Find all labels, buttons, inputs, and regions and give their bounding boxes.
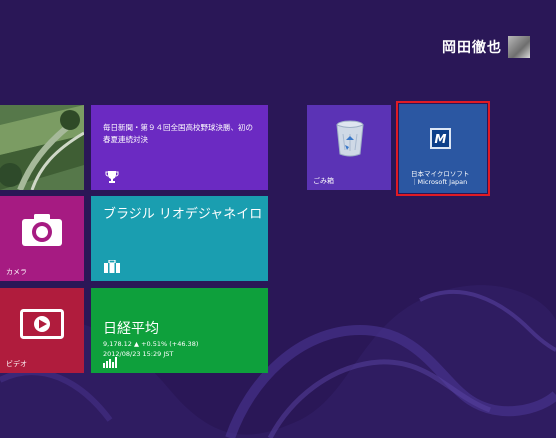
finance-title: 日経平均 [103,321,159,337]
photos-tile[interactable] [0,105,84,190]
suitcase-icon [104,260,120,273]
finance-tile[interactable]: 日経平均 9,178.12 ▲ +0.51% (+46.38) 2012/08/… [91,288,268,373]
chart-icon [103,357,117,368]
recycle-bin-tile[interactable]: ごみ箱 [307,105,391,190]
video-label: ビデオ [6,360,27,368]
news-headline: 毎日新聞・第９４回全国高校野球決勝、初の春夏連続対決 [103,123,253,144]
play-icon [20,309,64,339]
travel-title: ブラジル リオデジャネイロ [103,207,263,222]
camera-tile[interactable]: カメラ [0,196,84,281]
travel-tile[interactable]: ブラジル リオデジャネイロ [91,196,268,281]
user-account[interactable]: 岡田徹也 [442,36,530,58]
camera-label: カメラ [6,268,27,276]
selection-highlight [396,101,490,196]
trophy-icon [105,171,119,183]
recycle-bin-icon [336,120,364,157]
camera-icon [22,214,62,246]
user-name[interactable]: 岡田徹也 [442,37,502,57]
finance-value: 9,178.12 ▲ +0.51% (+46.38) [103,340,199,348]
video-tile[interactable]: ビデオ [0,288,84,373]
recycle-bin-label: ごみ箱 [313,177,334,185]
user-avatar[interactable] [508,36,530,58]
photos-tile-image [0,105,84,190]
news-tile[interactable]: 毎日新聞・第９４回全国高校野球決勝、初の春夏連続対決 [91,105,268,190]
